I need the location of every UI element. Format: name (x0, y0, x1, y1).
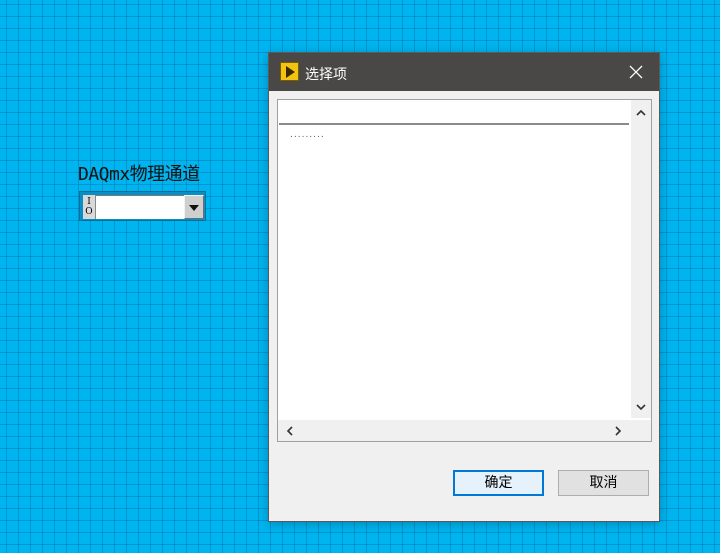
select-item-dialog: 选择项 ......... 确定 取消 (268, 52, 660, 522)
cancel-button[interactable]: 取消 (558, 470, 649, 496)
list-item[interactable]: ......... (290, 130, 325, 140)
horizontal-scrollbar[interactable] (278, 420, 631, 441)
chevron-up-icon (636, 109, 646, 116)
scroll-down-button[interactable] (632, 398, 650, 416)
dropdown-button[interactable] (184, 195, 204, 219)
channel-value-field[interactable] (96, 195, 184, 219)
item-list[interactable]: ......... (277, 99, 652, 442)
chevron-down-icon (636, 404, 646, 411)
daqmx-physical-channel-control[interactable]: I O (79, 191, 206, 221)
io-tag-bottom: O (85, 207, 93, 217)
dialog-title: 选择项 (305, 67, 347, 83)
labview-app-icon (280, 62, 299, 81)
chevron-left-icon (286, 426, 293, 436)
scroll-left-button[interactable] (281, 422, 299, 440)
io-tag-top: I (87, 197, 91, 207)
io-tag-icon: I O (83, 195, 96, 219)
chevron-right-icon (615, 426, 622, 436)
ok-button[interactable]: 确定 (453, 470, 544, 496)
scroll-right-button[interactable] (609, 422, 627, 440)
close-icon (629, 65, 643, 79)
list-header (279, 101, 629, 125)
close-button[interactable] (613, 53, 659, 91)
channel-control-label: DAQmx物理通道 (78, 164, 200, 185)
scroll-up-button[interactable] (632, 104, 650, 122)
scrollbar-corner (631, 420, 651, 441)
dialog-titlebar[interactable]: 选择项 (269, 53, 659, 91)
vertical-scrollbar[interactable] (631, 100, 651, 418)
